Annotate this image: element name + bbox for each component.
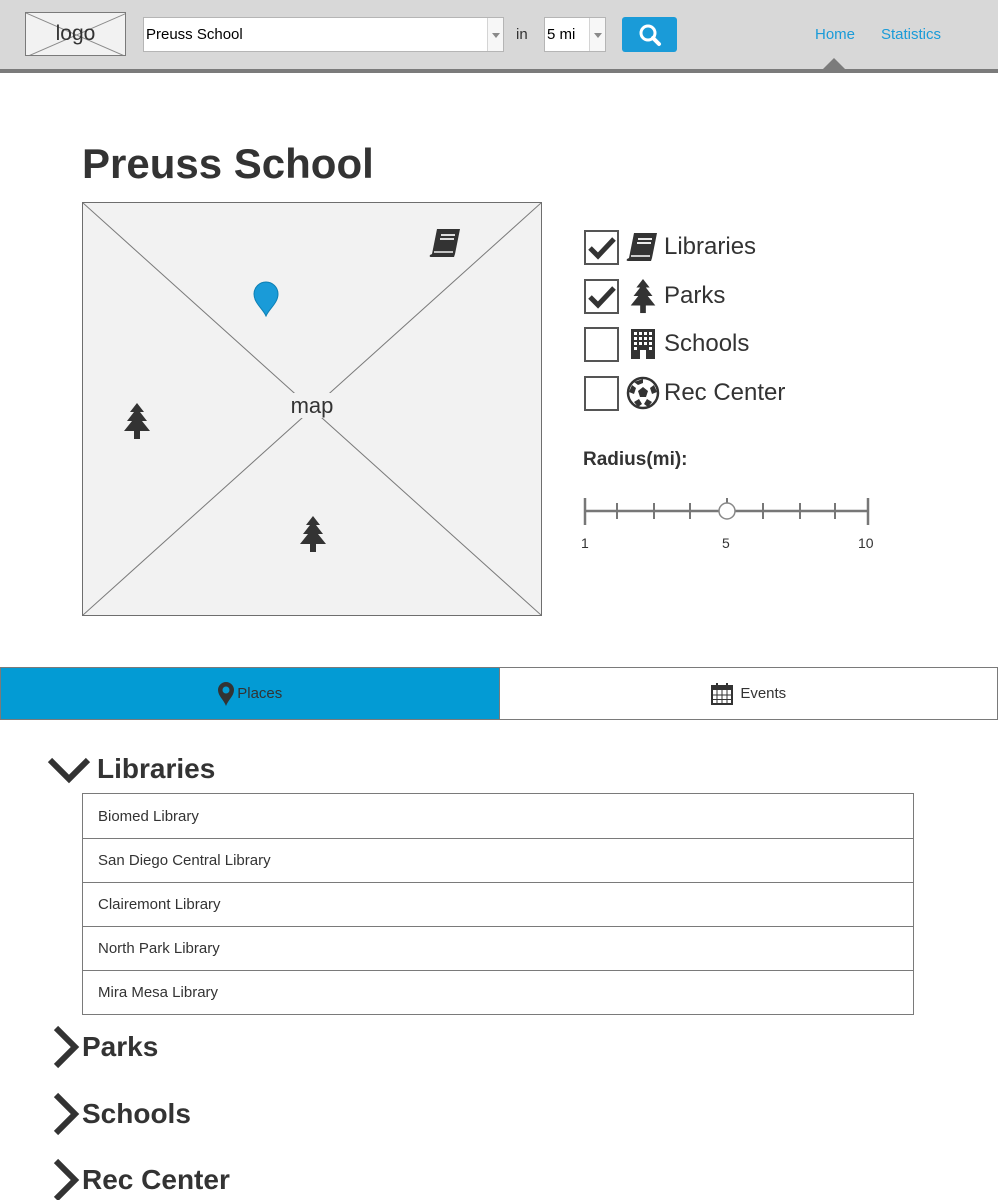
tab-events[interactable]: Events [499, 668, 997, 719]
slider-min-label: 1 [581, 535, 589, 551]
building-icon [631, 329, 655, 359]
accordion-libraries-title: Libraries [97, 753, 216, 784]
search-icon [639, 24, 661, 46]
slider-handle[interactable] [718, 502, 736, 520]
libraries-list: Biomed Library San Diego Central Library… [82, 793, 914, 1015]
radius-slider[interactable]: 1 5 10 [581, 494, 875, 554]
logo[interactable]: logo [25, 12, 126, 56]
filter-rec-center: Rec Center [584, 375, 785, 411]
book-icon[interactable] [429, 227, 463, 259]
filter-icon-container [625, 375, 661, 411]
search-input[interactable] [144, 18, 487, 51]
map-pin-icon [218, 681, 235, 706]
list-item[interactable]: Biomed Library [83, 794, 913, 838]
tab-places-label: Places [237, 685, 283, 702]
radius-select[interactable]: 5 mi [544, 17, 606, 52]
map[interactable]: map [82, 202, 542, 616]
tree-icon [630, 278, 656, 314]
chevron-down-icon [47, 757, 91, 784]
logo-text: logo [55, 22, 96, 45]
list-item[interactable]: Clairemont Library [83, 882, 913, 926]
map-label: map [288, 393, 336, 418]
rec-center-checkbox[interactable] [584, 375, 619, 411]
in-label: in [516, 26, 528, 43]
filter-icon-container [625, 229, 661, 265]
accordion-schools-header[interactable]: Schools [50, 1092, 191, 1136]
list-item[interactable]: San Diego Central Library [83, 838, 913, 882]
filter-libraries: Libraries [584, 229, 756, 265]
filter-label-libraries: Libraries [664, 233, 757, 260]
soccer-ball-icon [626, 376, 660, 410]
filter-schools: Schools [584, 326, 749, 362]
libraries-checkbox[interactable] [584, 229, 619, 265]
filter-icon-container [625, 326, 661, 362]
slider-track [583, 498, 870, 525]
tree-icon[interactable] [122, 402, 152, 440]
filter-label-parks: Parks [664, 282, 726, 309]
results-tabs: Places Events [0, 667, 998, 720]
tab-places[interactable]: Places [1, 668, 500, 719]
search-button[interactable] [622, 17, 677, 52]
search-dropdown-button[interactable] [487, 18, 503, 51]
active-nav-indicator [823, 58, 845, 69]
checkmark-icon [588, 285, 616, 309]
accordion-parks-header[interactable]: Parks [50, 1025, 158, 1069]
radius-title: Radius(mi): [583, 449, 688, 470]
checkmark-icon [588, 236, 616, 260]
accordion-libraries-header[interactable]: Libraries [46, 752, 215, 786]
tab-events-label: Events [740, 685, 787, 702]
filter-icon-container [625, 278, 661, 314]
map-pin-icon[interactable] [251, 281, 281, 317]
nav-home[interactable]: Home [815, 26, 855, 43]
accordion-rec-center-title: Rec Center [82, 1164, 230, 1195]
radius-select-value: 5 mi [547, 26, 576, 43]
search-combobox[interactable] [143, 17, 504, 52]
filter-label-rec-center: Rec Center [664, 379, 786, 406]
nav-statistics[interactable]: Statistics [881, 26, 941, 43]
accordion-parks-title: Parks [82, 1031, 159, 1062]
radius-dropdown-button[interactable] [589, 18, 605, 51]
filter-parks: Parks [584, 278, 725, 314]
accordion-rec-center-header[interactable]: Rec Center [50, 1158, 230, 1200]
parks-checkbox[interactable] [584, 278, 619, 314]
tree-icon[interactable] [298, 515, 328, 553]
slider-max-label: 10 [858, 535, 874, 551]
page-title: Preuss School [82, 140, 374, 187]
list-item[interactable]: North Park Library [83, 926, 913, 970]
book-icon [626, 233, 657, 261]
chevron-right-icon [53, 1158, 80, 1200]
calendar-icon [711, 682, 734, 705]
schools-checkbox[interactable] [584, 326, 619, 362]
list-item[interactable]: Mira Mesa Library [83, 970, 913, 1014]
chevron-right-icon [53, 1092, 80, 1136]
slider-mid-label: 5 [722, 535, 730, 551]
top-bar: logo in 5 mi Home Statistics [0, 0, 998, 73]
chevron-right-icon [53, 1025, 80, 1069]
accordion-schools-title: Schools [82, 1098, 191, 1129]
filter-label-schools: Schools [664, 330, 750, 357]
